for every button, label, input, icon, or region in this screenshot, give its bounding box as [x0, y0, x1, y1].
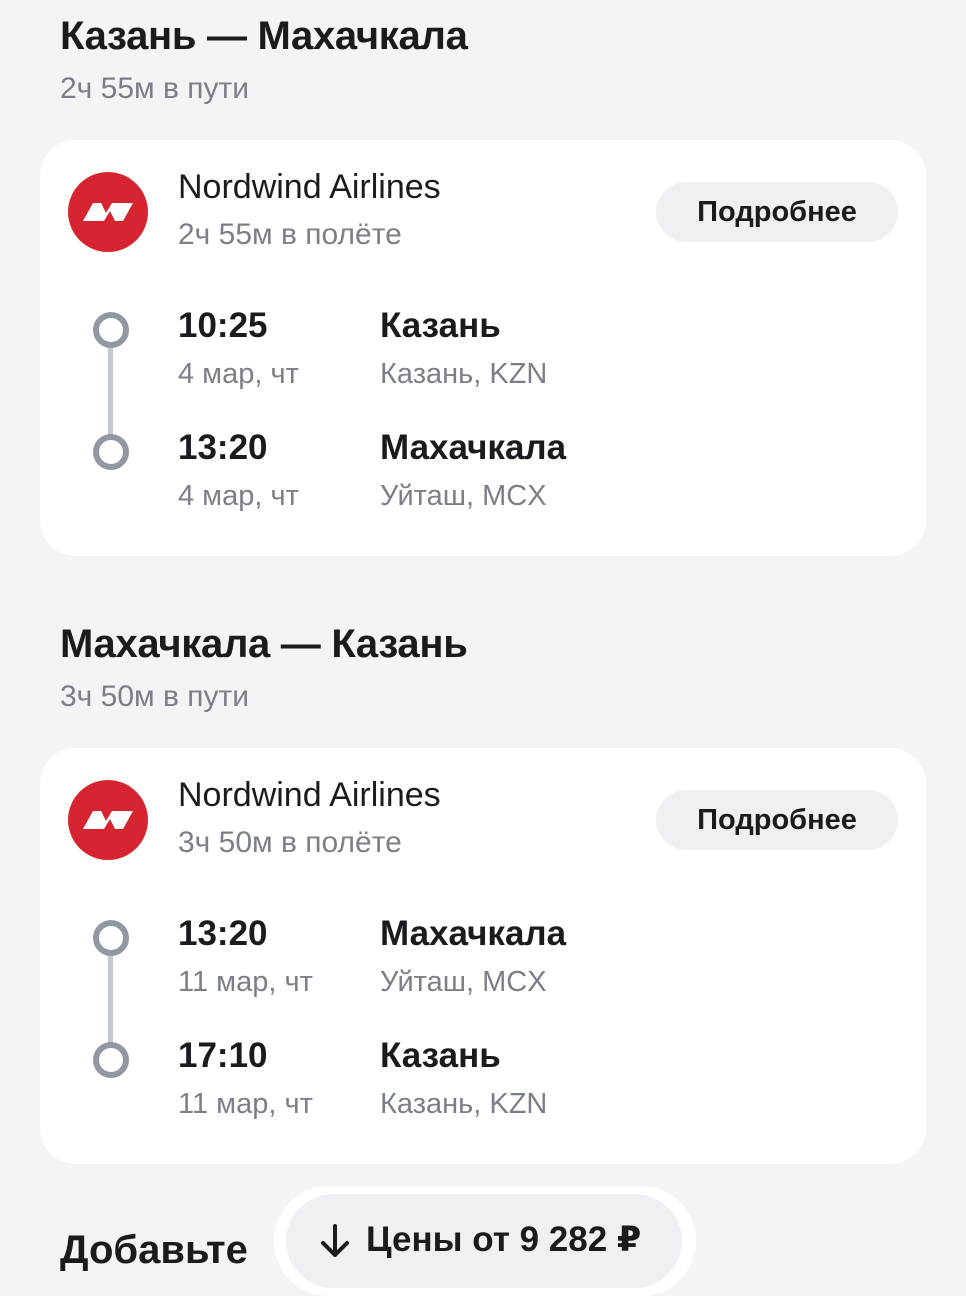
add-section-title: Добавьте: [60, 1228, 248, 1272]
arrival-dot-icon: [93, 434, 129, 470]
arrival-city: Махачкала: [380, 428, 567, 467]
flight-card-1: Nordwind Airlines 2ч 55м в полёте Подроб…: [40, 140, 926, 556]
details-button[interactable]: Подробнее: [656, 182, 898, 242]
arrival-time: 17:10: [178, 1036, 268, 1075]
departure-dot-icon: [93, 920, 129, 956]
nordwind-logo-icon: [68, 780, 148, 860]
arrival-time: 13:20: [178, 428, 268, 467]
arrival-date: 4 мар, чт: [178, 480, 299, 512]
departure-airport: Казань, KZN: [380, 358, 548, 390]
departure-airport: Уйташ, MCX: [380, 966, 547, 998]
departure-city: Махачкала: [380, 914, 567, 953]
airline-name: Nordwind Airlines: [178, 776, 441, 814]
arrival-date: 11 мар, чт: [178, 1088, 313, 1120]
segment-2-title: Махачкала — Казань: [60, 622, 468, 666]
segment-1-total-duration: 2ч 55м в пути: [60, 72, 249, 105]
nordwind-logo-icon: [68, 172, 148, 252]
departure-city: Казань: [380, 306, 501, 345]
flight-duration: 2ч 55м в полёте: [178, 218, 402, 251]
flight-card-2: Nordwind Airlines 3ч 50м в полёте Подроб…: [40, 748, 926, 1164]
arrival-city: Казань: [380, 1036, 501, 1075]
price-label: Цены от 9 282 ₽: [366, 1220, 642, 1259]
arrival-airport: Казань, KZN: [380, 1088, 548, 1120]
arrow-down-icon: [316, 1222, 354, 1263]
departure-time: 13:20: [178, 914, 268, 953]
arrival-airport: Уйташ, MCX: [380, 480, 547, 512]
departure-date: 4 мар, чт: [178, 358, 299, 390]
airline-name: Nordwind Airlines: [178, 168, 441, 206]
departure-time: 10:25: [178, 306, 268, 345]
flight-duration: 3ч 50м в полёте: [178, 826, 402, 859]
departure-dot-icon: [93, 312, 129, 348]
details-button[interactable]: Подробнее: [656, 790, 898, 850]
price-button[interactable]: Цены от 9 282 ₽: [286, 1194, 682, 1288]
arrival-dot-icon: [93, 1042, 129, 1078]
departure-date: 11 мар, чт: [178, 966, 313, 998]
segment-2-total-duration: 3ч 50м в пути: [60, 680, 249, 713]
segment-1-title: Казань — Махачкала: [60, 14, 468, 58]
